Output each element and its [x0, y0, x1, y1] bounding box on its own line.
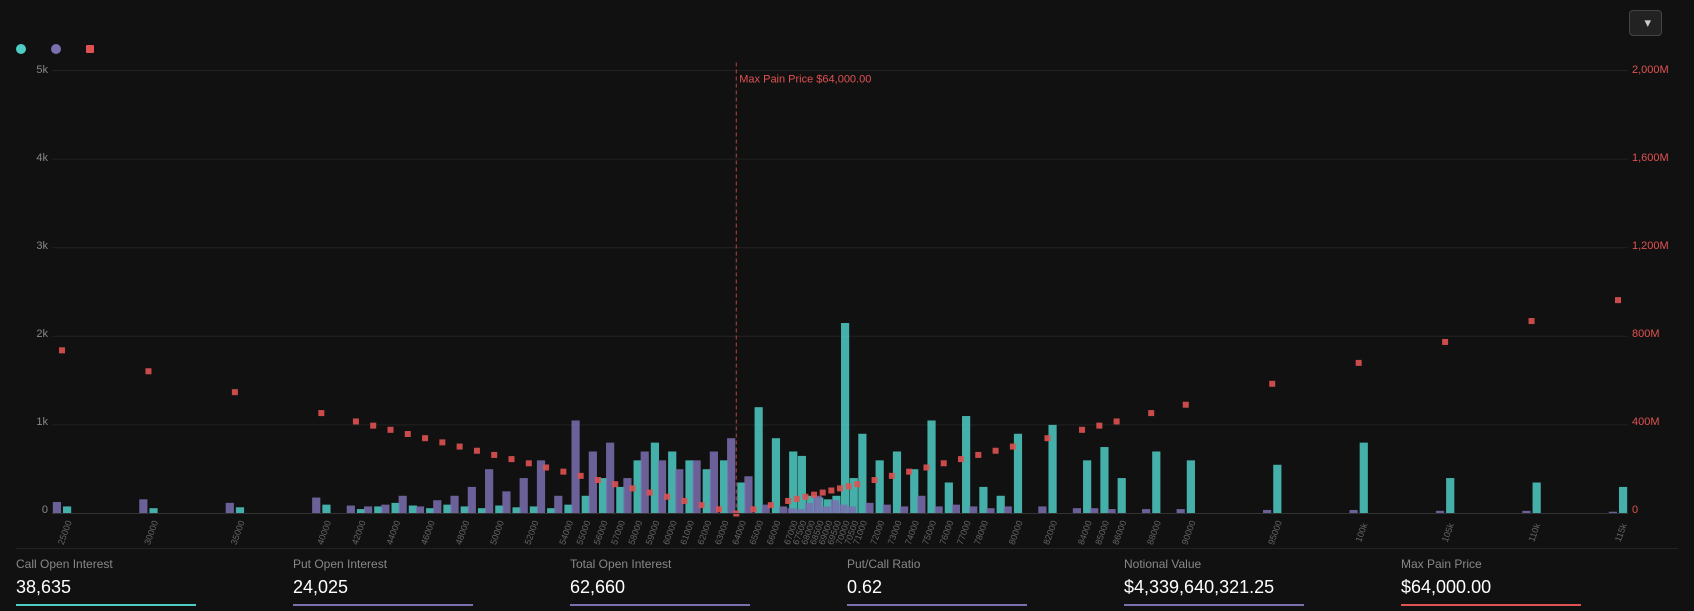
stat-value-5: $64,000.00	[1401, 577, 1668, 598]
stat-item-3: Put/Call Ratio 0.62	[847, 557, 1124, 606]
y-right-2000m: 2,000M	[1628, 64, 1678, 76]
svg-text:57000: 57000	[609, 519, 627, 546]
svg-text:82000: 82000	[1041, 519, 1059, 546]
stat-label-3: Put/Call Ratio	[847, 557, 1114, 571]
svg-text:42000: 42000	[350, 519, 368, 546]
svg-text:95000: 95000	[1266, 519, 1284, 546]
svg-text:64000: 64000	[730, 519, 748, 546]
header: ▾	[16, 10, 1678, 36]
stat-label-4: Notional Value	[1124, 557, 1391, 571]
stat-label-2: Total Open Interest	[570, 557, 837, 571]
main-container: ▾ 5k 4k 3k 2k 1k 0 Ma	[0, 0, 1694, 606]
svg-text:76000: 76000	[938, 519, 956, 546]
stat-value-3: 0.62	[847, 577, 1114, 598]
stat-item-2: Total Open Interest 62,660	[570, 557, 847, 606]
svg-text:115k: 115k	[1613, 521, 1628, 543]
y-label-1k: 1k	[16, 416, 52, 428]
svg-text:78000: 78000	[972, 519, 990, 546]
svg-text:61000: 61000	[678, 519, 696, 546]
y-right-400m: 400M	[1628, 416, 1678, 428]
chart-plot: Max Pain Price $64,000.00 25000 30000 35000…	[52, 60, 1628, 546]
svg-text:105k: 105k	[1440, 521, 1456, 543]
svg-text:62000: 62000	[696, 519, 714, 546]
svg-text:46000: 46000	[419, 519, 437, 546]
svg-text:25000: 25000	[56, 519, 74, 546]
intrinsic-indicator	[86, 45, 94, 53]
chart-legend	[16, 44, 1678, 54]
y-right-800m: 800M	[1628, 328, 1678, 340]
stat-value-0: 38,635	[16, 577, 283, 598]
svg-text:59000: 59000	[644, 519, 662, 546]
calls-indicator	[16, 44, 26, 54]
svg-text:72000: 72000	[868, 519, 886, 546]
svg-text:44000: 44000	[384, 519, 402, 546]
stat-value-2: 62,660	[570, 577, 837, 598]
stat-label-0: Call Open Interest	[16, 557, 283, 571]
svg-text:90000: 90000	[1180, 519, 1198, 546]
legend-puts	[51, 44, 66, 54]
svg-text:110k: 110k	[1526, 521, 1542, 543]
y-right-0: 0	[1628, 504, 1678, 516]
svg-text:54000: 54000	[557, 519, 575, 546]
chart-area: 5k 4k 3k 2k 1k 0 Max Pain Price $64,000.…	[16, 60, 1678, 546]
stat-item-0: Call Open Interest 38,635	[16, 557, 293, 606]
svg-text:75000: 75000	[920, 519, 938, 546]
y-label-0: 0	[16, 504, 52, 516]
svg-text:100k: 100k	[1353, 521, 1369, 543]
y-label-5k: 5k	[16, 64, 52, 76]
svg-text:77000: 77000	[955, 519, 973, 546]
stat-label-5: Max Pain Price	[1401, 557, 1668, 571]
svg-text:65000: 65000	[747, 519, 765, 546]
y-right-1200m: 1,200M	[1628, 240, 1678, 252]
svg-text:86000: 86000	[1110, 519, 1128, 546]
svg-text:55000: 55000	[575, 519, 593, 546]
y-label-3k: 3k	[16, 240, 52, 252]
svg-text:88000: 88000	[1145, 519, 1163, 546]
stat-item-5: Max Pain Price $64,000.00	[1401, 557, 1678, 606]
date-selector[interactable]: ▾	[1629, 10, 1662, 36]
header-controls: ▾	[1629, 10, 1678, 36]
y-label-4k: 4k	[16, 152, 52, 164]
svg-text:30000: 30000	[142, 519, 160, 546]
svg-text:52000: 52000	[523, 519, 541, 546]
stat-label-1: Put Open Interest	[293, 557, 560, 571]
svg-text:48000: 48000	[453, 519, 471, 546]
svg-text:80000: 80000	[1007, 519, 1025, 546]
puts-indicator	[51, 44, 61, 54]
legend-intrinsic	[86, 45, 99, 53]
svg-text:63000: 63000	[713, 519, 731, 546]
stat-item-4: Notional Value $4,339,640,321.25	[1124, 557, 1401, 606]
y-right-1600m: 1,600M	[1628, 152, 1678, 164]
y-axis-right: 2,000M 1,600M 1,200M 800M 400M 0	[1628, 60, 1678, 546]
legend-calls	[16, 44, 31, 54]
svg-text:73000: 73000	[886, 519, 904, 546]
svg-text:56000: 56000	[592, 519, 610, 546]
chart-svg: Max Pain Price $64,000.00 25000 30000 35000…	[52, 60, 1628, 546]
svg-text:40000: 40000	[315, 519, 333, 546]
svg-text:85000: 85000	[1093, 519, 1111, 546]
stats-bar: Call Open Interest 38,635 Put Open Interes…	[16, 548, 1678, 611]
svg-text:66000: 66000	[765, 519, 783, 546]
y-axis-left: 5k 4k 3k 2k 1k 0	[16, 60, 52, 546]
svg-text:74000: 74000	[903, 519, 921, 546]
svg-text:50000: 50000	[488, 519, 506, 546]
svg-text:Max Pain Price $64,000.00: Max Pain Price $64,000.00	[739, 74, 871, 86]
svg-text:84000: 84000	[1076, 519, 1094, 546]
svg-text:35000: 35000	[229, 519, 247, 546]
svg-text:60000: 60000	[661, 519, 679, 546]
stat-value-1: 24,025	[293, 577, 560, 598]
stat-value-4: $4,339,640,321.25	[1124, 577, 1391, 598]
stat-item-1: Put Open Interest 24,025	[293, 557, 570, 606]
y-label-2k: 2k	[16, 328, 52, 340]
svg-text:58000: 58000	[626, 519, 644, 546]
chevron-down-icon: ▾	[1644, 15, 1651, 31]
